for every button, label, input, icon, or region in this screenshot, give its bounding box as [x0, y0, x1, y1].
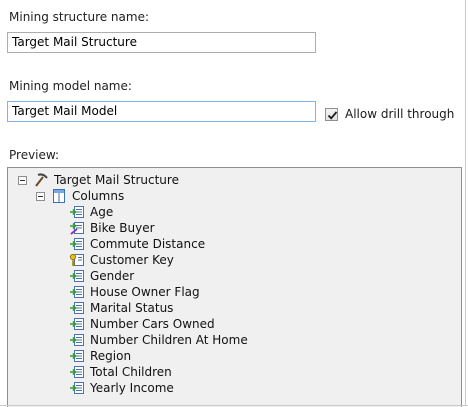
tree-node-column-label: Marital Status — [90, 301, 174, 315]
key-column-icon — [69, 253, 84, 266]
tree-node-column[interactable]: Bike Buyer — [69, 220, 155, 236]
input-column-icon — [70, 350, 84, 362]
input-column-icon — [70, 302, 84, 314]
tree-node-column[interactable]: Marital Status — [69, 300, 173, 316]
tree-node-column[interactable]: Yearly Income — [69, 380, 174, 396]
tree-node-column[interactable]: Gender — [69, 268, 134, 284]
structure-name-label: Mining structure name: — [9, 10, 150, 24]
tree-node-column-label: Commute Distance — [90, 237, 206, 251]
tree-node-columns[interactable]: Columns — [36, 188, 124, 204]
allow-drill-through-option[interactable]: Allow drill through — [325, 107, 454, 121]
input-column-icon — [70, 206, 84, 218]
input-column-icon — [70, 334, 84, 346]
preview-tree[interactable]: Target Mail Structure Columns Age Bike Bu… — [7, 167, 462, 407]
tree-node-column-label: House Owner Flag — [90, 285, 200, 299]
tree-node-column[interactable]: Age — [69, 204, 113, 220]
input-column-icon — [70, 270, 84, 282]
tree-node-column[interactable]: House Owner Flag — [69, 284, 200, 300]
tree-node-structure[interactable]: Target Mail Structure — [18, 172, 179, 188]
input-column-icon — [70, 366, 84, 378]
model-name-label: Mining model name: — [9, 79, 132, 93]
tree-node-column-label: Region — [90, 349, 132, 363]
preview-label: Preview: — [9, 148, 60, 162]
tree-node-column[interactable]: Region — [69, 348, 131, 364]
tree-node-structure-label: Target Mail Structure — [54, 173, 179, 187]
tree-node-column[interactable]: Customer Key — [69, 252, 174, 268]
collapse-toggle-icon[interactable] — [36, 191, 45, 201]
allow-drill-through-checkbox[interactable] — [325, 107, 338, 121]
tree-node-column-label: Bike Buyer — [90, 221, 155, 235]
structure-name-input[interactable]: Target Mail Structure — [7, 32, 316, 53]
model-name-input[interactable]: Target Mail Model — [7, 101, 316, 122]
tree-node-column-label: Age — [90, 205, 114, 219]
tree-node-columns-label: Columns — [72, 189, 125, 203]
predict-column-icon — [70, 222, 84, 235]
tree-node-column[interactable]: Total Children — [69, 364, 172, 380]
tree-node-column[interactable]: Number Cars Owned — [69, 316, 215, 332]
tree-node-column-label: Number Children At Home — [90, 333, 248, 347]
input-column-icon — [70, 286, 84, 298]
tree-node-column-label: Yearly Income — [90, 381, 174, 395]
input-column-icon — [70, 382, 84, 394]
checkmark-icon — [327, 110, 338, 120]
allow-drill-through-label: Allow drill through — [345, 107, 455, 121]
tree-node-column[interactable]: Number Children At Home — [69, 332, 248, 348]
collapse-toggle-icon[interactable] — [18, 175, 27, 185]
tree-node-column-label: Number Cars Owned — [90, 317, 215, 331]
input-column-icon — [70, 318, 84, 330]
tree-node-column-label: Customer Key — [90, 253, 174, 267]
columns-folder-icon — [53, 189, 65, 203]
tree-node-column-label: Total Children — [90, 365, 172, 379]
mining-structure-icon — [35, 173, 48, 187]
tree-node-column-label: Gender — [90, 269, 135, 283]
input-column-icon — [70, 238, 84, 250]
tree-node-column[interactable]: Commute Distance — [69, 236, 205, 252]
window-edge — [465, 0, 466, 406]
